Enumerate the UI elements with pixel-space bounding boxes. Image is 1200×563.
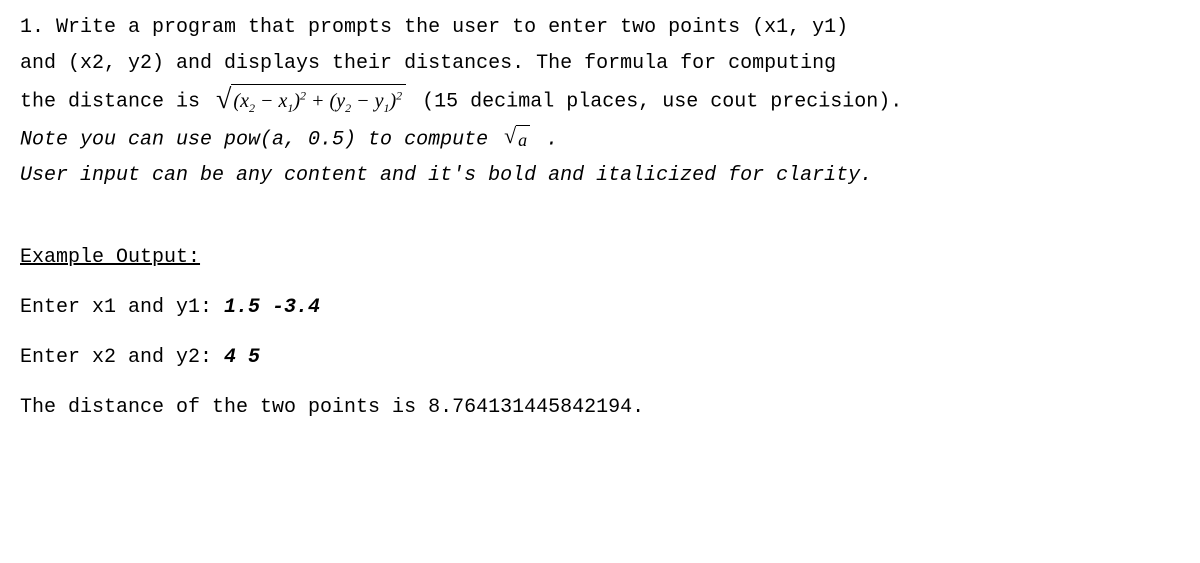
sqrt-a-formula: √ a <box>504 123 530 155</box>
radical-sign-icon: √ <box>216 86 231 114</box>
prompt1-text: Enter x1 and y1: <box>20 296 224 319</box>
small-radicand: a <box>516 125 530 155</box>
input1-text: 1.5 -3.4 <box>224 296 320 319</box>
problem-line-2: the distance is √ (x2 − x1)2 + (y2 − y1)… <box>20 84 1180 119</box>
radicand: (x2 − x1)2 + (y2 − y1)2 <box>231 84 406 118</box>
example-prompt-1: Enter x1 and y1: 1.5 -3.4 <box>20 292 1180 324</box>
note-suffix: . <box>546 128 558 151</box>
small-radical: √ a <box>504 125 530 155</box>
radical-sign-icon: √ <box>504 125 516 147</box>
prompt2-text: Enter x2 and y2: <box>20 346 224 369</box>
note-prefix: Note you can use pow(a, 0.5) to compute <box>20 128 500 151</box>
radical: √ (x2 − x1)2 + (y2 − y1)2 <box>216 84 406 118</box>
example-heading: Example Output: <box>20 242 1180 274</box>
example-prompt-2: Enter x2 and y2: 4 5 <box>20 342 1180 374</box>
input2-text: 4 5 <box>224 346 260 369</box>
distance-formula: √ (x2 − x1)2 + (y2 − y1)2 <box>216 84 406 119</box>
line2-prefix: the distance is <box>20 91 212 114</box>
line2-suffix: (15 decimal places, use cout precision). <box>422 91 902 114</box>
problem-line-1b: and (x2, y2) and displays their distance… <box>20 48 1180 80</box>
problem-line-1a: 1. Write a program that prompts the user… <box>20 12 1180 44</box>
note-line: Note you can use pow(a, 0.5) to compute … <box>20 123 1180 156</box>
user-input-note: User input can be any content and it's b… <box>20 160 1180 192</box>
example-result: The distance of the two points is 8.7641… <box>20 392 1180 424</box>
